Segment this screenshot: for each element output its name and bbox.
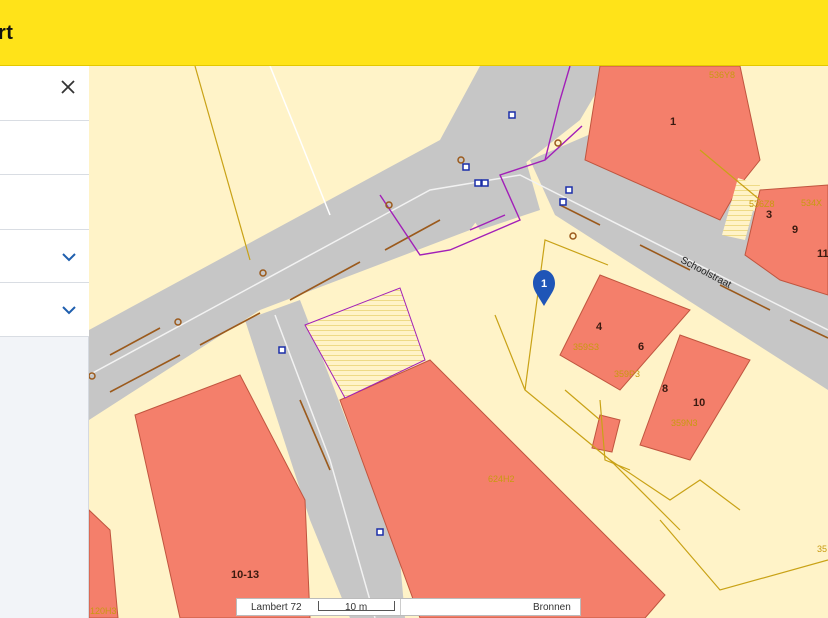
sidebar-row-3[interactable] bbox=[0, 175, 89, 230]
parcel-label: 120H3 bbox=[90, 606, 117, 616]
building-number: 4 bbox=[596, 321, 603, 333]
scale-bar: Lambert 72 10 m Bronnen bbox=[236, 598, 581, 616]
parcel-label: 534X bbox=[801, 198, 822, 208]
parcel-label: 359S3 bbox=[573, 342, 599, 352]
parcel-label: 359N3 bbox=[671, 418, 698, 428]
sources-link[interactable]: Bronnen bbox=[533, 602, 571, 613]
chevron-down-icon[interactable] bbox=[59, 303, 79, 317]
parcel-label: 536Y8 bbox=[709, 70, 735, 80]
building-number: 10 bbox=[693, 397, 705, 409]
parcel-label: 536Z8 bbox=[749, 199, 775, 209]
app-title: rt bbox=[0, 22, 14, 44]
top-header-bar: rt bbox=[0, 0, 828, 66]
building-number: 8 bbox=[662, 383, 668, 395]
divider bbox=[400, 599, 401, 615]
sidebar-row-1 bbox=[0, 66, 89, 121]
chevron-down-icon[interactable] bbox=[59, 250, 79, 264]
sidebar-row-2[interactable] bbox=[0, 121, 89, 175]
sidebar-panel bbox=[0, 66, 89, 618]
close-icon[interactable] bbox=[58, 77, 78, 97]
building-number: 11 bbox=[817, 248, 828, 260]
building-number: 1 bbox=[670, 116, 676, 128]
parcel-label: 35 bbox=[817, 544, 827, 554]
building-number: 6 bbox=[638, 341, 644, 353]
sidebar-row-5[interactable] bbox=[0, 283, 89, 337]
building-number: 3 bbox=[766, 209, 772, 221]
sidebar-row-4[interactable] bbox=[0, 230, 89, 283]
map-canvas[interactable]: Schoolstraat 1 3 9 11 4 6 8 10 10-13 18-… bbox=[89, 66, 828, 618]
building-number: 10-13 bbox=[231, 569, 259, 581]
parcel-label: 359P3 bbox=[614, 369, 640, 379]
building-number: 9 bbox=[792, 224, 798, 236]
scale-label: 10 m bbox=[345, 602, 368, 613]
crs-label: Lambert 72 bbox=[251, 602, 302, 613]
marker-label: 1 bbox=[541, 278, 547, 290]
parcel-label: 624H2 bbox=[488, 474, 515, 484]
